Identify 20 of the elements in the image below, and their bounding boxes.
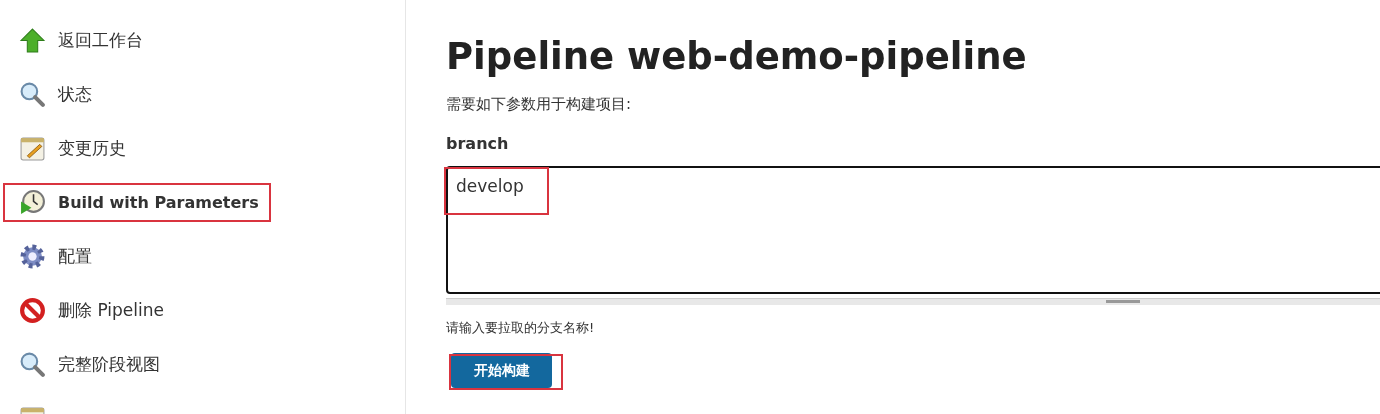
sidebar-link[interactable]: 状态 <box>58 82 92 106</box>
sidebar-link[interactable]: 变更历史 <box>58 136 126 160</box>
up-arrow-icon <box>19 26 46 54</box>
page-subtitle: 需要如下参数用于构建项目: <box>446 94 633 114</box>
sidebar-link[interactable]: 删除 Pipeline <box>58 298 164 322</box>
sidebar-link[interactable]: 完整阶段视图 <box>58 352 160 376</box>
search-icon <box>19 80 46 108</box>
sidebar-link[interactable]: 返回工作台 <box>58 28 143 52</box>
page-title: Pipeline web-demo-pipeline <box>446 34 1028 80</box>
no-entry-icon <box>19 296 46 324</box>
build-button[interactable]: 开始构建 <box>451 353 552 388</box>
sidebar-link[interactable]: Build with Parameters <box>58 192 259 212</box>
branch-field[interactable]: develop <box>446 166 1380 294</box>
clock-play-icon <box>19 188 46 216</box>
search-icon <box>19 350 46 378</box>
parameter-description: 请输入要拉取的分支名称! <box>446 319 596 337</box>
parameter-name: branch <box>446 134 510 154</box>
gear-icon <box>19 242 46 270</box>
sidebar-link[interactable]: 配置 <box>58 244 92 268</box>
notepad-pencil-icon <box>19 134 46 162</box>
